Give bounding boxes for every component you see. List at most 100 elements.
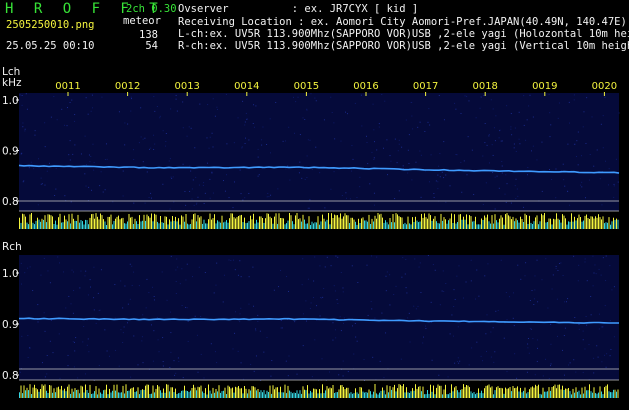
rch-level-bar: [151, 393, 152, 398]
rch-level-bar: [433, 385, 434, 398]
lch-level-bar: [310, 225, 311, 229]
lch-level-bar: [80, 220, 82, 229]
rch-level-bar: [274, 389, 275, 398]
lch-level-bar: [590, 216, 592, 229]
rch-noise-dot: [187, 320, 189, 322]
rch-level-bar: [440, 385, 442, 398]
lch-level-bar: [458, 214, 460, 229]
lch-level-bar: [422, 217, 424, 229]
rch-level-bar: [22, 393, 23, 398]
lch-noise-dot: [68, 154, 70, 156]
rch-noise-dot: [248, 276, 250, 278]
lch-level-bar: [47, 214, 49, 229]
rch-noise-dot: [80, 270, 82, 272]
rch-level-bar: [299, 390, 301, 398]
rch-noise-dot: [601, 361, 603, 363]
lch-noise-dot: [140, 136, 142, 138]
lch-noise-dot: [505, 201, 507, 203]
lch-noise-dot: [331, 111, 333, 113]
rch-noise-dot: [487, 263, 489, 265]
lch-level-bar: [388, 224, 389, 229]
lch-noise-dot: [144, 202, 146, 204]
rch-noise-dot: [516, 377, 518, 379]
lch-level-bar: [434, 216, 436, 229]
lch-level-bar: [226, 220, 227, 229]
rch-noise-dot: [551, 288, 553, 290]
lch-noise-dot: [282, 140, 284, 142]
lch-noise-dot: [206, 162, 208, 164]
rch-noise-dot: [609, 265, 611, 267]
rch-noise-dot: [527, 343, 529, 345]
lch-level-bar: [446, 223, 448, 229]
lch-level-bar: [539, 221, 541, 229]
lch-level-bar: [404, 222, 406, 229]
rch-noise-dot: [106, 350, 108, 352]
lch-level-bar: [578, 214, 580, 229]
rch-noise-dot: [418, 266, 420, 268]
rch-noise-dot: [529, 299, 531, 301]
rch-noise-dot: [385, 290, 387, 292]
rch-level-bar: [176, 394, 178, 398]
lch-noise-dot: [475, 117, 477, 119]
lch-noise-dot: [266, 196, 268, 198]
lch-noise-dot: [330, 188, 332, 190]
rch-level-bar: [143, 389, 145, 398]
rch-level-bar: [356, 392, 358, 398]
rch-noise-dot: [162, 360, 164, 362]
rch-noise-dot: [175, 372, 177, 374]
rch-noise-dot: [181, 268, 183, 270]
lch-level-bar: [605, 222, 607, 229]
lch-level-bar: [448, 220, 449, 229]
lch-noise-dot: [482, 155, 484, 157]
lch-noise-dot: [618, 112, 620, 114]
lch-level-bar: [29, 214, 31, 229]
time-tick-label: 0012: [115, 81, 140, 92]
lch-level-bar: [607, 222, 608, 229]
lch-noise-dot: [555, 168, 557, 170]
lch-level-bar: [470, 216, 472, 229]
lch-level-bar: [61, 222, 62, 229]
lch-level-bar: [365, 220, 367, 229]
lch-level-bar: [322, 214, 323, 229]
lch-noise-dot: [237, 117, 239, 119]
rch-level-bar: [38, 391, 40, 398]
rch-noise-dot: [47, 270, 49, 272]
rch-noise-dot: [490, 331, 492, 333]
rch-level-bar: [20, 385, 22, 398]
lch-noise-dot: [172, 176, 174, 178]
lch-noise-dot: [523, 95, 525, 97]
lch-level-bar: [373, 221, 374, 229]
lch-noise-dot: [71, 99, 73, 101]
lch-noise-dot: [501, 172, 503, 174]
rch-level-bar: [137, 387, 139, 398]
rch-noise-dot: [170, 332, 172, 334]
lch-level-bar: [106, 225, 107, 229]
lch-noise-dot: [411, 115, 413, 117]
lch-level-bar: [284, 224, 286, 229]
lch-level-bar: [248, 221, 250, 229]
lch-noise-dot: [22, 126, 24, 128]
rch-noise-dot: [210, 343, 212, 345]
rch-noise-dot: [613, 336, 615, 338]
rch-noise-dot: [596, 345, 598, 347]
rch-noise-dot: [547, 307, 549, 309]
rch-level-bar: [592, 392, 593, 398]
rch-noise-dot: [613, 286, 615, 288]
lch-noise-dot: [169, 158, 171, 160]
rch-level-bar: [199, 387, 200, 398]
lch-noise-dot: [397, 150, 399, 152]
lch-level-bar: [338, 217, 340, 229]
rch-level-bar: [178, 393, 179, 398]
lch-level-bar: [227, 222, 229, 229]
lch-level-bar: [493, 223, 494, 229]
rch-level-bar: [232, 387, 233, 398]
rch-noise-dot: [252, 266, 254, 268]
rch-noise-dot: [442, 270, 444, 272]
rch-level-bar: [329, 387, 331, 398]
rch-level-bar: [127, 391, 128, 398]
rch-noise-dot: [559, 262, 561, 264]
rch-noise-dot: [609, 355, 611, 357]
lch-level-bar: [19, 217, 20, 229]
rch-level-bar: [469, 387, 470, 398]
lch-noise-dot: [138, 142, 140, 144]
